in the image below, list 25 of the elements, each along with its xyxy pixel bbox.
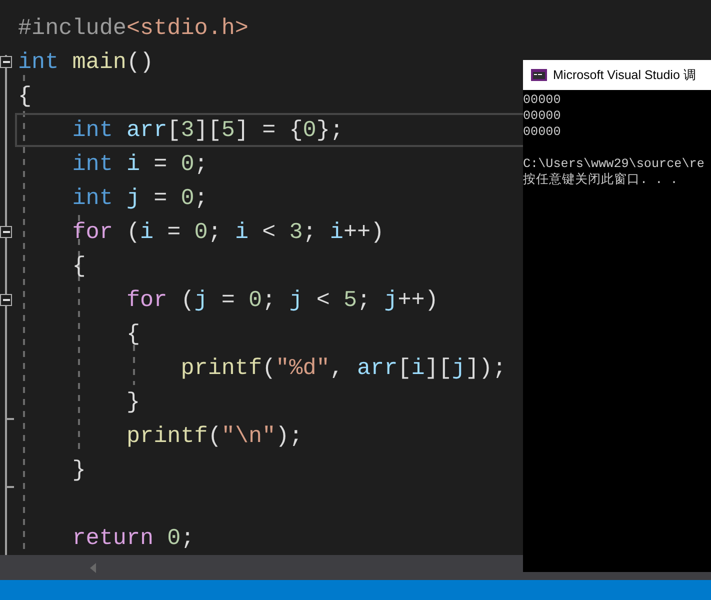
code-line: int arr[3][5] = {0}; [71,118,344,142]
fold-toggle[interactable] [0,294,12,306]
console-output-line: 00000 [523,126,561,138]
code-line: int i = 0; [71,152,208,176]
console-app-icon [531,69,547,81]
code-line: { [71,254,86,278]
console-title: Microsoft Visual Studio 调 [553,66,696,84]
code-line: int main() [18,50,154,74]
code-line: return 0; [71,526,194,550]
code-line: #include<stdio.h> [18,16,248,40]
fold-toggle[interactable] [0,56,12,68]
code-line: } [125,390,140,414]
console-message-line: C:\Users\www29\source\re [523,158,704,170]
console-message-line: 按任意键关闭此窗口. . . [523,174,678,186]
code-line: printf("\n"); [125,424,303,448]
code-line: for (i = 0; i < 3; i++) [71,220,384,244]
code-line: int j = 0; [71,186,208,210]
fold-toggle[interactable] [0,226,12,238]
code-line: { [125,322,140,346]
console-output-line: 00000 [523,110,561,122]
console-output-line: 00000 [523,94,561,106]
code-line: } [71,458,86,482]
code-line: for (j = 0; j < 5; j++) [125,288,438,312]
code-line: { [18,84,32,108]
code-line: printf("%d", arr[i][j]); [180,356,506,380]
